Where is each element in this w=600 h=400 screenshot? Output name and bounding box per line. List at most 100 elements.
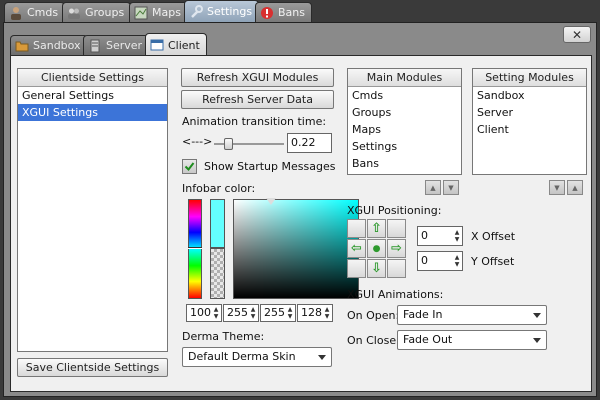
alpha-value: 128 — [301, 306, 322, 319]
y-offset-spinner[interactable]: ▲ ▼ — [453, 254, 461, 268]
tab-cmds[interactable]: Cmds — [4, 2, 66, 22]
alpha-preview[interactable] — [210, 248, 225, 299]
hue-marker — [188, 247, 202, 249]
derma-theme-value: Default Derma Skin — [188, 350, 296, 363]
x-offset-label: X Offset — [471, 230, 516, 243]
main-module-down-button[interactable]: ▼ — [443, 180, 459, 195]
module-item[interactable]: Bans — [348, 155, 461, 172]
green-input[interactable]: 255 ▲ ▼ — [223, 304, 259, 322]
on-close-select[interactable]: Fade Out — [397, 330, 547, 350]
tab-groups-label: Groups — [85, 6, 125, 19]
on-open-select[interactable]: Fade In — [397, 305, 547, 325]
red-spinner[interactable]: ▲ ▼ — [212, 306, 220, 320]
client-settings-content: Clientside Settings General Settings XGU… — [10, 55, 592, 392]
close-button[interactable]: ✕ — [563, 26, 591, 43]
blue-spinner[interactable]: ▲ ▼ — [286, 306, 294, 320]
slider-handle[interactable] — [224, 138, 233, 150]
module-item[interactable]: Server — [473, 104, 586, 121]
tab-settings-label: Settings — [207, 5, 253, 18]
chevron-down-icon — [533, 313, 541, 318]
module-item[interactable]: Client — [473, 121, 586, 138]
main-modules-header: Main Modules — [348, 69, 461, 87]
main-modules-list: Main Modules Cmds Groups Maps Settings B… — [347, 68, 462, 175]
position-topright-button[interactable] — [387, 219, 406, 238]
saturation-value-picker[interactable] — [233, 198, 359, 299]
picker-marker — [266, 198, 276, 205]
position-bottomleft-button[interactable] — [347, 259, 366, 278]
blue-value: 255 — [264, 306, 285, 319]
module-item[interactable]: Sandbox — [473, 87, 586, 104]
setting-modules-header: Setting Modules — [473, 69, 586, 87]
stop-icon — [260, 6, 274, 20]
color-preview — [210, 199, 225, 248]
subtab-client[interactable]: Client — [145, 33, 207, 56]
subtab-sandbox[interactable]: Sandbox — [10, 35, 88, 55]
on-open-value: Fade In — [403, 308, 443, 321]
module-item[interactable]: Maps — [348, 121, 461, 138]
xgui-animations-label: XGUI Animations: — [347, 288, 444, 301]
checkmark-icon — [184, 162, 195, 172]
on-close-value: Fade Out — [403, 333, 453, 346]
subtab-server-label: Server — [106, 39, 143, 52]
window-icon — [150, 38, 164, 52]
derma-theme-label: Derma Theme: — [182, 330, 265, 343]
animation-time-slider[interactable] — [214, 138, 284, 151]
x-offset-value: 0 — [421, 229, 428, 242]
slider-left-label: <---> — [182, 135, 213, 148]
y-offset-input[interactable]: 0 ▲ ▼ — [417, 251, 463, 271]
map-icon — [134, 6, 148, 20]
green-value: 255 — [227, 306, 248, 319]
subtab-sandbox-label: Sandbox — [33, 39, 81, 52]
x-offset-input[interactable]: 0 ▲ ▼ — [417, 226, 463, 246]
tab-bans[interactable]: Bans — [255, 2, 312, 22]
folder-icon — [15, 39, 29, 53]
clientside-settings-list: Clientside Settings General Settings XGU… — [17, 68, 168, 352]
position-topleft-button[interactable] — [347, 219, 366, 238]
position-down-button[interactable]: ⇩ — [367, 259, 386, 278]
chevron-down-icon — [533, 338, 541, 343]
tab-groups[interactable]: Groups — [62, 2, 132, 22]
position-left-button[interactable]: ⇦ — [347, 239, 366, 258]
position-bottomright-button[interactable] — [387, 259, 406, 278]
alpha-input[interactable]: 128 ▲ ▼ — [297, 304, 333, 322]
module-item[interactable]: Settings — [348, 138, 461, 155]
close-icon: ✕ — [571, 27, 583, 42]
module-item[interactable]: Groups — [348, 104, 461, 121]
animation-time-input[interactable]: 0.22 — [287, 133, 332, 153]
x-offset-spinner[interactable]: ▲ ▼ — [453, 229, 461, 243]
refresh-xgui-modules-button[interactable]: Refresh XGUI Modules — [181, 68, 334, 87]
y-offset-label: Y Offset — [471, 255, 515, 268]
tab-maps-label: Maps — [152, 6, 181, 19]
animation-time-value: 0.22 — [291, 136, 316, 149]
module-item[interactable]: Cmds — [348, 87, 461, 104]
red-input[interactable]: 100 ▲ ▼ — [186, 304, 222, 322]
position-up-button[interactable]: ⇧ — [367, 219, 386, 238]
refresh-server-data-button[interactable]: Refresh Server Data — [181, 90, 334, 109]
tab-bans-label: Bans — [278, 6, 305, 19]
tab-settings[interactable]: Settings — [184, 0, 260, 22]
group-icon — [67, 6, 81, 20]
tab-maps[interactable]: Maps — [129, 2, 188, 22]
hue-bar[interactable] — [188, 199, 202, 299]
save-clientside-settings-button[interactable]: Save Clientside Settings — [17, 358, 168, 377]
setting-module-up-button[interactable]: ▲ — [567, 180, 583, 195]
settings-window: ✕ Sandbox Server Client Clientside Setti… — [3, 22, 597, 397]
people-icon — [9, 6, 23, 20]
alpha-spinner[interactable]: ▲ ▼ — [323, 306, 331, 320]
y-offset-value: 0 — [421, 254, 428, 267]
wrench-icon — [189, 4, 203, 19]
setting-module-down-button[interactable]: ▼ — [549, 180, 565, 195]
position-right-button[interactable]: ⇨ — [387, 239, 406, 258]
subtab-server[interactable]: Server — [83, 35, 150, 55]
position-center-button[interactable]: ● — [367, 239, 386, 258]
blue-input[interactable]: 255 ▲ ▼ — [260, 304, 296, 322]
subtab-client-label: Client — [168, 38, 200, 52]
list-item-general-settings[interactable]: General Settings — [18, 87, 167, 104]
chevron-down-icon — [318, 355, 326, 360]
main-module-up-button[interactable]: ▲ — [425, 180, 441, 195]
green-spinner[interactable]: ▲ ▼ — [249, 306, 257, 320]
startup-messages-checkbox[interactable] — [182, 159, 197, 174]
server-icon — [88, 39, 102, 53]
derma-theme-select[interactable]: Default Derma Skin — [182, 347, 332, 367]
list-item-xgui-settings[interactable]: XGUI Settings — [18, 104, 167, 121]
